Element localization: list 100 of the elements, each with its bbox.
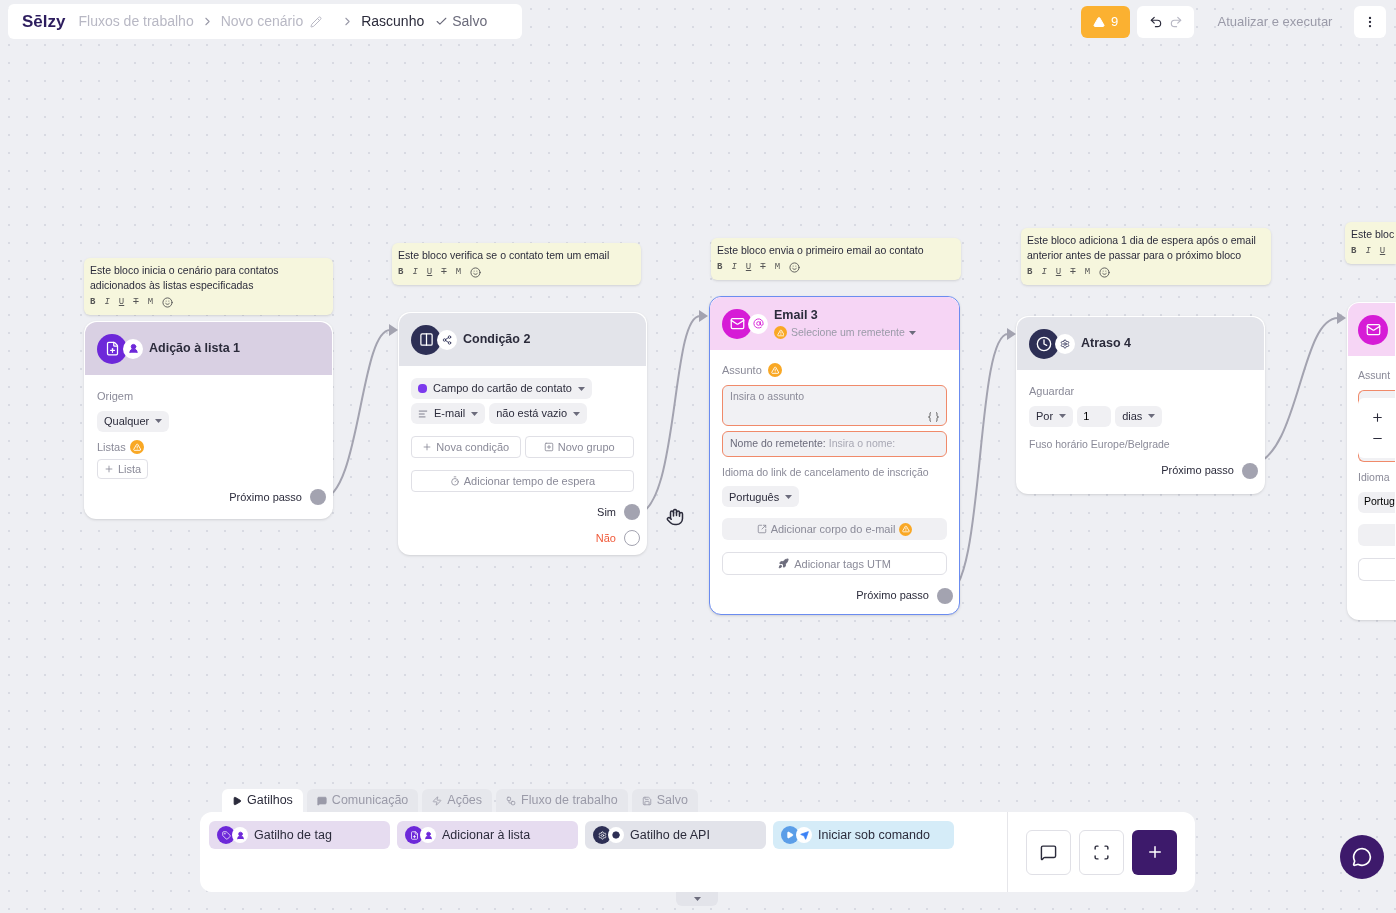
next-step-label: Próximo passo (856, 588, 929, 604)
gear-icon (593, 826, 611, 844)
square-plus-icon (543, 442, 554, 452)
braces-icon (928, 411, 939, 422)
split-icon (411, 324, 441, 355)
operator-dropdown[interactable]: não está vazio (489, 403, 588, 424)
zoom-in-icon[interactable] (1370, 411, 1384, 424)
user-icon (123, 338, 143, 359)
fullscreen-button[interactable] (1079, 829, 1124, 875)
utm-button[interactable]: Adicionar tags UTM (722, 552, 947, 576)
format-button[interactable]: B (1027, 266, 1033, 280)
field-label: Assunt (1358, 368, 1392, 383)
hand-cursor-icon (666, 508, 684, 526)
file-plus-icon (97, 333, 127, 364)
play-icon (232, 795, 242, 806)
chat-button[interactable] (1340, 835, 1384, 879)
note-text: Este bloco inicia o cenário para contatos adicionados às listas especificadas (90, 263, 280, 293)
field-dropdown[interactable]: Campo do cartão de contato (411, 378, 592, 399)
field-label: Origem (97, 389, 134, 404)
field-label: Idioma (1358, 469, 1391, 485)
format-button[interactable]: M (1084, 266, 1091, 280)
mail-icon (722, 308, 752, 339)
output-port[interactable] (937, 587, 953, 604)
format-button[interactable]: I (412, 266, 418, 280)
format-button[interactable]: M (455, 266, 462, 280)
note-text: Este bloco adiciona 1 dia de espera após o email anterior antes de passar para o próximo bloco (1027, 233, 1257, 263)
attribute-dropdown[interactable]: E-mail (411, 403, 486, 424)
node-card[interactable]: Condição 2 Campo do cartão de contato E-mail não está vazio Nova condição Novo grupo Adicionar tempo de espera Sim Não (398, 312, 647, 555)
add-button[interactable]: Nova condição (411, 436, 521, 458)
format-button[interactable]: U (745, 261, 752, 275)
output-port[interactable] (624, 504, 640, 521)
node-card[interactable]: Adição à lista 1 Origem Qualquer Listas Lista Próximo passo (84, 321, 333, 519)
caret-icon (155, 419, 163, 423)
comment-button[interactable] (1026, 829, 1071, 875)
palette-tab[interactable]: Gatilhos (222, 789, 303, 812)
caret-icon (577, 386, 585, 391)
logo: Sēlzy (22, 10, 66, 33)
trigger-item[interactable]: Gatilho de tag (209, 821, 390, 849)
comment-icon (1040, 843, 1057, 861)
output-label: Sim (597, 505, 616, 520)
play-icon (781, 826, 799, 844)
format-button[interactable]: I (1365, 245, 1371, 259)
add-button[interactable]: Novo grupo (524, 436, 634, 458)
format-button[interactable]: T (1070, 266, 1076, 280)
emoji-icon[interactable] (470, 267, 482, 279)
emoji-icon[interactable] (162, 297, 174, 309)
caret-icon (1059, 414, 1067, 418)
format-button[interactable]: B (717, 261, 723, 275)
language-dropdown[interactable]: Portug (1358, 491, 1395, 513)
redo-icon[interactable] (1168, 15, 1183, 29)
format-button[interactable]: U (1055, 266, 1062, 280)
wait-button[interactable]: Adicionar tempo de espera (411, 470, 634, 492)
card-icon (418, 384, 427, 393)
format-button[interactable]: B (1351, 245, 1357, 259)
format-button[interactable]: M (147, 296, 154, 310)
user-icon (232, 827, 248, 843)
workflow-icon (506, 795, 517, 806)
pencil-icon[interactable] (310, 15, 323, 28)
format-button[interactable]: U (1379, 245, 1386, 259)
mail-icon (1358, 314, 1388, 345)
output-port[interactable] (310, 489, 326, 506)
warning-icon (899, 522, 913, 536)
caret-icon (573, 411, 581, 416)
fullscreen-icon (1093, 843, 1110, 861)
node-title: Adição à lista 1 (149, 340, 240, 358)
emoji-icon[interactable] (789, 262, 801, 274)
format-button[interactable]: I (731, 261, 737, 275)
collapse-tab[interactable] (676, 892, 718, 906)
format-button[interactable]: T (441, 266, 447, 280)
trigger-item[interactable]: Adicionar à lista (397, 821, 578, 849)
at-sign-icon (748, 313, 768, 334)
add-list-button[interactable]: Lista (97, 459, 149, 479)
format-button[interactable]: U (118, 296, 125, 310)
node-title: Atraso 4 (1081, 335, 1132, 353)
mode-dropdown[interactable]: Por (1029, 405, 1074, 427)
trigger-item[interactable]: Gatilho de API (585, 821, 766, 849)
origin-dropdown[interactable]: Qualquer (97, 410, 170, 432)
add-button[interactable] (1132, 829, 1177, 875)
node-card[interactable]: Atraso 4 Aguardar Por 1 dias Fuso horário Europe/Belgrade Próximo passo (1016, 316, 1265, 494)
output-port[interactable] (1242, 462, 1258, 479)
node-card[interactable] (709, 296, 960, 615)
format-button[interactable]: B (398, 266, 404, 280)
format-button[interactable]: I (1041, 266, 1047, 280)
output-port[interactable] (624, 529, 640, 546)
language-dropdown[interactable]: Português (722, 486, 800, 508)
format-button[interactable]: T (760, 261, 766, 275)
format-button[interactable]: U (426, 266, 433, 280)
node-title: Condição 2 (463, 331, 531, 349)
format-button[interactable]: T (133, 296, 139, 310)
unit-dropdown[interactable]: dias (1115, 405, 1163, 427)
timezone-label: Fuso horário Europe/Belgrade (1029, 436, 1171, 452)
emoji-icon[interactable] (1099, 267, 1111, 279)
field-label: Listas (97, 439, 126, 455)
sender-name-field[interactable]: Nome do remetente: Insira o nome: (722, 430, 947, 457)
format-button[interactable]: B (90, 296, 96, 310)
trigger-item[interactable]: Iniciar sob comando (773, 821, 954, 849)
undo-icon[interactable] (1148, 15, 1163, 29)
amount-field[interactable]: 1 (1077, 405, 1112, 427)
format-button[interactable]: M (774, 261, 781, 275)
format-button[interactable]: I (104, 296, 110, 310)
